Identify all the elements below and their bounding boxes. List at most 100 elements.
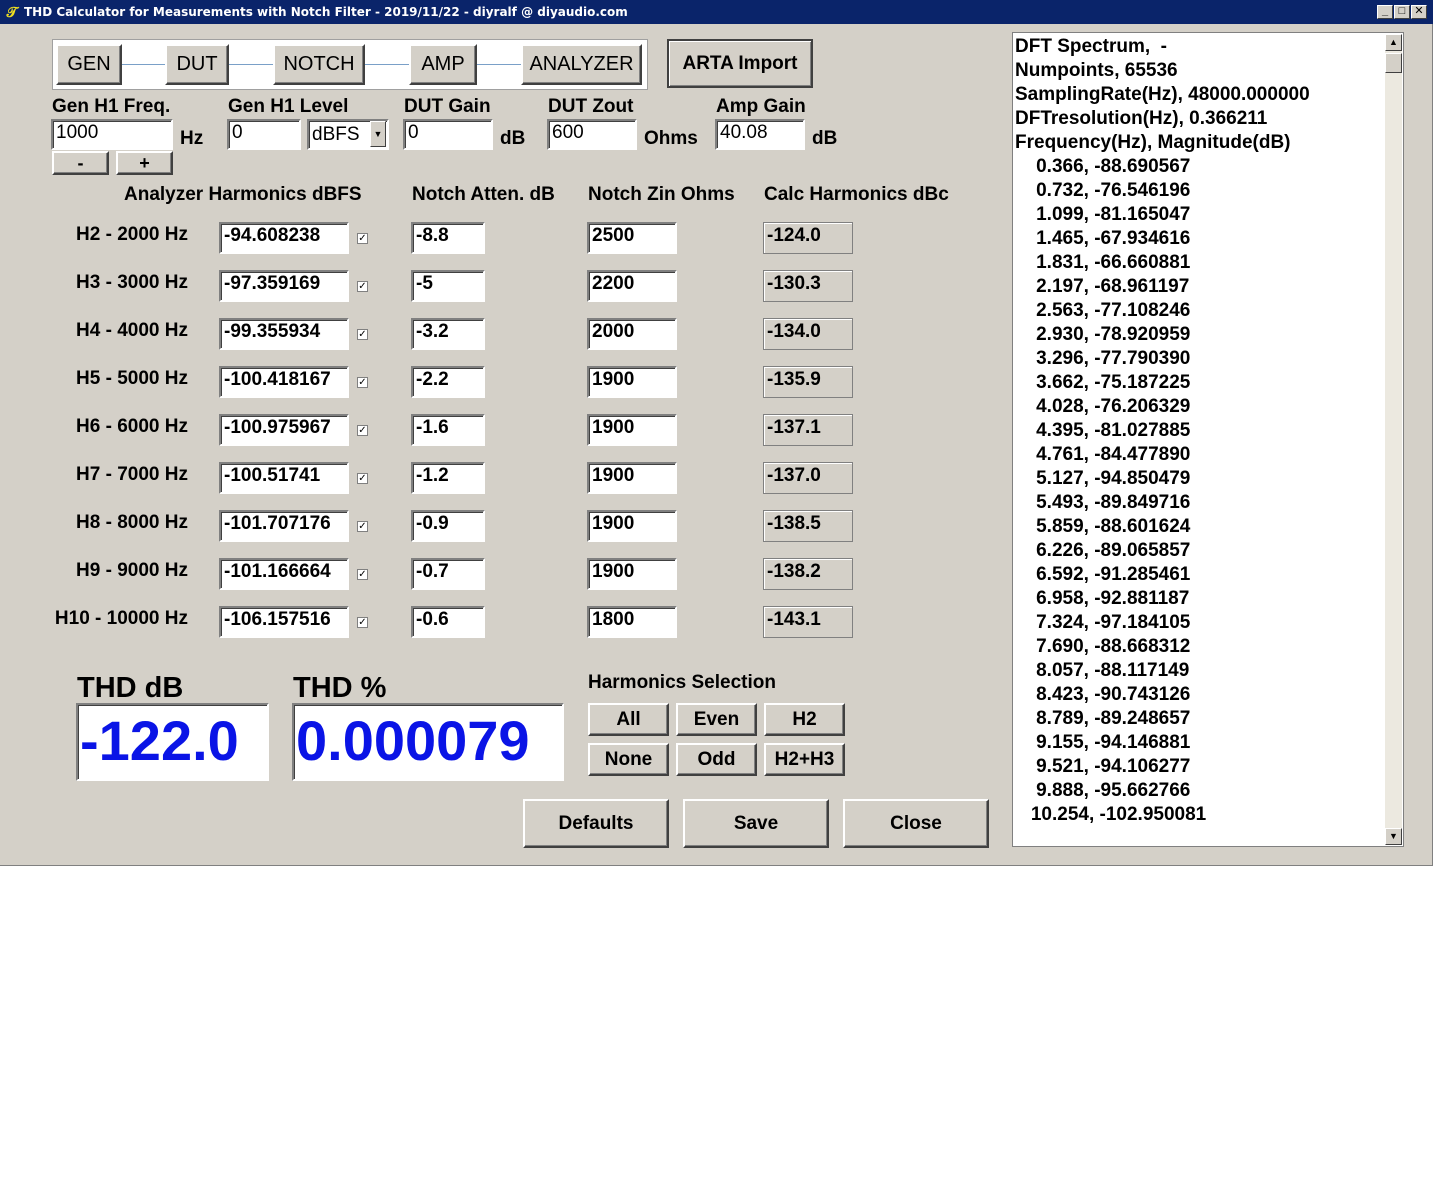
title-bar[interactable]: 𝒯 THD Calculator for Measurements with N… (0, 0, 1433, 24)
spectrum-line: 3.296, -77.790390 (1015, 348, 1191, 369)
harmonic-label: H2 - 2000 Hz (76, 224, 188, 245)
notch-zin-input[interactable]: 1900 (587, 462, 677, 494)
notch-zin-input[interactable]: 1900 (587, 366, 677, 398)
notch-atten-input[interactable]: -8.8 (411, 222, 485, 254)
gen-freq-input[interactable]: 1000 (51, 119, 173, 150)
spectrum-line: Frequency(Hz), Magnitude(dB) (1015, 132, 1291, 153)
dut-gain-unit: dB (500, 128, 526, 149)
amp-gain-input[interactable]: 40.08 (715, 119, 805, 150)
select-even-button[interactable]: Even (676, 703, 757, 736)
harmonic-label: H4 - 4000 Hz (76, 320, 188, 341)
harmonic-label: H6 - 6000 Hz (76, 416, 188, 437)
spectrum-line: 1.099, -81.165047 (1015, 204, 1191, 225)
harmonic-checkbox[interactable]: ✓ (357, 281, 368, 292)
select-h2-button[interactable]: H2 (764, 703, 845, 736)
thd-db-label: THD dB (77, 672, 184, 704)
harmonic-checkbox[interactable]: ✓ (357, 233, 368, 244)
scroll-thumb[interactable] (1385, 53, 1402, 73)
scroll-down-icon[interactable]: ▼ (1385, 828, 1402, 845)
notch-atten-input[interactable]: -0.7 (411, 558, 485, 590)
spectrum-line: 8.057, -88.117149 (1015, 660, 1190, 681)
analyzer-harmonic-input[interactable]: -100.51741 (219, 462, 349, 494)
notch-zin-input[interactable]: 1900 (587, 558, 677, 590)
analyzer-harmonic-input[interactable]: -94.608238 (219, 222, 349, 254)
chain-amp-button[interactable]: AMP (409, 44, 477, 85)
dut-zout-label: DUT Zout (548, 96, 634, 117)
notch-zin-input[interactable]: 2000 (587, 318, 677, 350)
harmonic-checkbox[interactable]: ✓ (357, 617, 368, 628)
harmonic-checkbox[interactable]: ✓ (357, 425, 368, 436)
spectrum-line: 2.197, -68.961197 (1015, 276, 1190, 297)
harmonic-checkbox[interactable]: ✓ (357, 473, 368, 484)
thd-pct-value: 0.000079 (292, 703, 564, 781)
spectrum-line: 3.662, -75.187225 (1015, 372, 1191, 393)
chain-dut-button[interactable]: DUT (165, 44, 229, 85)
analyzer-harmonic-input[interactable]: -106.157516 (219, 606, 349, 638)
select-all-button[interactable]: All (588, 703, 669, 736)
select-odd-button[interactable]: Odd (676, 743, 757, 776)
gen-freq-label: Gen H1 Freq. (52, 96, 171, 117)
close-button[interactable]: Close (843, 799, 989, 848)
maximize-button[interactable]: □ (1394, 5, 1410, 19)
harmonic-checkbox[interactable]: ✓ (357, 521, 368, 532)
thd-db-value: -122.0 (76, 703, 269, 781)
analyzer-harmonic-input[interactable]: -101.707176 (219, 510, 349, 542)
chain-analyzer-button[interactable]: ANALYZER (521, 44, 642, 85)
arta-import-button[interactable]: ARTA Import (667, 39, 813, 88)
notch-zin-input[interactable]: 2200 (587, 270, 677, 302)
harmonic-label: H8 - 8000 Hz (76, 512, 188, 533)
calc-harmonic-value: -134.0 (763, 318, 853, 350)
select-h2-h3-button[interactable]: H2+H3 (764, 743, 845, 776)
notch-zin-header: Notch Zin Ohms (588, 184, 735, 205)
gen-level-label: Gen H1 Level (228, 96, 349, 117)
notch-atten-input[interactable]: -1.2 (411, 462, 485, 494)
analyzer-harmonic-input[interactable]: -100.418167 (219, 366, 349, 398)
harmonic-checkbox[interactable]: ✓ (357, 329, 368, 340)
harmonic-checkbox[interactable]: ✓ (357, 569, 368, 580)
minimize-button[interactable]: _ (1377, 5, 1393, 19)
select-none-button[interactable]: None (588, 743, 669, 776)
notch-atten-input[interactable]: -0.9 (411, 510, 485, 542)
dut-gain-input[interactable]: 0 (403, 119, 493, 150)
harmonic-checkbox[interactable]: ✓ (357, 377, 368, 388)
analyzer-harmonic-input[interactable]: -100.975967 (219, 414, 349, 446)
chain-notch-button[interactable]: NOTCH (273, 44, 365, 85)
notch-atten-input[interactable]: -0.6 (411, 606, 485, 638)
calc-harmonic-value: -137.0 (763, 462, 853, 494)
analyzer-harmonic-input[interactable]: -97.359169 (219, 270, 349, 302)
close-window-button[interactable]: ✕ (1411, 5, 1427, 19)
notch-zin-input[interactable]: 1900 (587, 414, 677, 446)
notch-zin-input[interactable]: 1800 (587, 606, 677, 638)
notch-atten-input[interactable]: -3.2 (411, 318, 485, 350)
defaults-button[interactable]: Defaults (523, 799, 669, 848)
gen-level-input[interactable]: 0 (227, 119, 301, 150)
dut-zout-input[interactable]: 600 (547, 119, 637, 150)
chevron-down-icon[interactable]: ▼ (370, 121, 386, 147)
harmonic-label: H7 - 7000 Hz (76, 464, 188, 485)
dut-gain-label: DUT Gain (404, 96, 491, 117)
window-title: THD Calculator for Measurements with Not… (24, 5, 628, 19)
spectrum-line: 4.028, -76.206329 (1015, 396, 1191, 417)
chain-connector (229, 64, 274, 65)
save-button[interactable]: Save (683, 799, 829, 848)
freq-decrement-button[interactable]: - (52, 151, 109, 175)
notch-zin-input[interactable]: 2500 (587, 222, 677, 254)
notch-atten-input[interactable]: -2.2 (411, 366, 485, 398)
spectrum-line: 5.493, -89.849716 (1015, 492, 1191, 513)
spectrum-line: 8.423, -90.743126 (1015, 684, 1191, 705)
spectrum-text-area[interactable]: DFT Spectrum, - Numpoints, 65536 SamplingR… (1012, 32, 1404, 847)
analyzer-harmonic-input[interactable]: -99.355934 (219, 318, 349, 350)
chain-connector (477, 64, 522, 65)
app-icon: 𝒯 (6, 4, 18, 20)
freq-increment-button[interactable]: + (116, 151, 173, 175)
spectrum-scrollbar[interactable]: ▲ ▼ (1385, 34, 1402, 845)
analyzer-harmonic-input[interactable]: -101.166664 (219, 558, 349, 590)
notch-atten-input[interactable]: -5 (411, 270, 485, 302)
notch-zin-input[interactable]: 1900 (587, 510, 677, 542)
spectrum-line: 7.690, -88.668312 (1015, 636, 1191, 657)
calc-harmonic-value: -143.1 (763, 606, 853, 638)
notch-atten-input[interactable]: -1.6 (411, 414, 485, 446)
spectrum-line: SamplingRate(Hz), 48000.000000 (1015, 84, 1310, 105)
chain-gen-button[interactable]: GEN (56, 44, 122, 85)
scroll-up-icon[interactable]: ▲ (1385, 34, 1402, 51)
